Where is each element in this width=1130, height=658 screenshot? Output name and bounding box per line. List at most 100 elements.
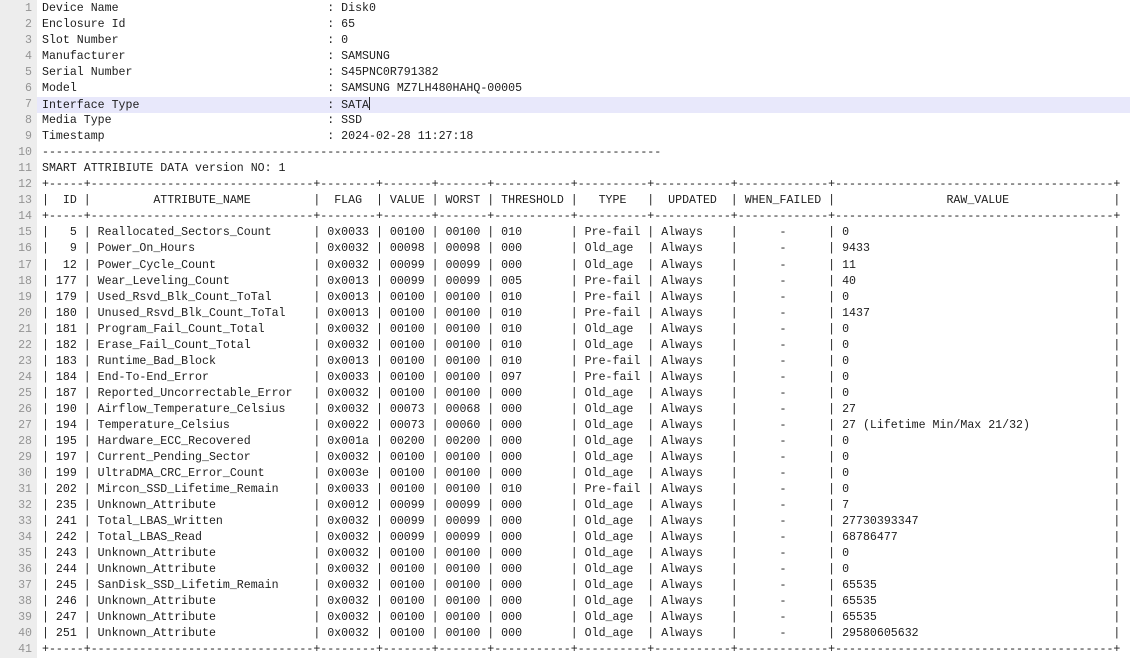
line-text: Manufacturer : SAMSUNG	[42, 50, 390, 63]
line-number: 27	[0, 418, 37, 434]
text-editor-view: 1234567891011121314151617181920212223242…	[0, 0, 1130, 658]
code-line[interactable]: Slot Number : 0	[37, 33, 1130, 49]
code-line[interactable]: | 183 | Runtime_Bad_Block | 0x0013 | 001…	[37, 354, 1130, 370]
code-line[interactable]: | 5 | Reallocated_Sectors_Count | 0x0033…	[37, 225, 1130, 241]
line-number: 8	[0, 113, 37, 129]
line-text: | 187 | Reported_Uncorrectable_Error | 0…	[42, 387, 1120, 400]
code-line[interactable]: SMART ATTRIBIUTE DATA version NO: 1	[37, 161, 1130, 177]
line-number: 10	[0, 145, 37, 161]
code-line[interactable]: ----------------------------------------…	[37, 145, 1130, 161]
code-line[interactable]: | 181 | Program_Fail_Count_Total | 0x003…	[37, 322, 1130, 338]
line-number: 20	[0, 306, 37, 322]
code-line[interactable]: | 235 | Unknown_Attribute | 0x0012 | 000…	[37, 498, 1130, 514]
code-line[interactable]: | 197 | Current_Pending_Sector | 0x0032 …	[37, 450, 1130, 466]
text-cursor	[369, 97, 370, 110]
line-number: 1	[0, 1, 37, 17]
code-line[interactable]: +-----+--------------------------------+…	[37, 177, 1130, 193]
line-text: +-----+--------------------------------+…	[42, 178, 1120, 191]
line-number: 35	[0, 546, 37, 562]
line-text: | 197 | Current_Pending_Sector | 0x0032 …	[42, 451, 1120, 464]
code-line-current[interactable]: Interface Type : SATA	[37, 97, 1130, 113]
line-text: | 9 | Power_On_Hours | 0x0032 | 00098 | …	[42, 242, 1120, 255]
line-number: 19	[0, 290, 37, 306]
code-line[interactable]: | 246 | Unknown_Attribute | 0x0032 | 001…	[37, 594, 1130, 610]
line-text: Media Type : SSD	[42, 114, 362, 127]
code-line[interactable]: | 12 | Power_Cycle_Count | 0x0032 | 0009…	[37, 258, 1130, 274]
line-text: | 12 | Power_Cycle_Count | 0x0032 | 0009…	[42, 259, 1120, 272]
line-number: 36	[0, 562, 37, 578]
line-text: ----------------------------------------…	[42, 146, 661, 159]
code-line[interactable]: Enclosure Id : 65	[37, 17, 1130, 33]
line-text: | 246 | Unknown_Attribute | 0x0032 | 001…	[42, 595, 1120, 608]
line-number: 13	[0, 193, 37, 209]
editor-content[interactable]: Device Name : Disk0Enclosure Id : 65 Slot…	[37, 0, 1130, 658]
line-text: | 247 | Unknown_Attribute | 0x0032 | 001…	[42, 611, 1120, 624]
line-text: Timestamp : 2024-02-28 11:27:18	[42, 130, 473, 143]
code-line[interactable]: | 179 | Used_Rsvd_Blk_Count_ToTal | 0x00…	[37, 290, 1130, 306]
line-text: +-----+--------------------------------+…	[42, 643, 1120, 656]
code-line[interactable]: | 187 | Reported_Uncorrectable_Error | 0…	[37, 386, 1130, 402]
code-line[interactable]: | 177 | Wear_Leveling_Count | 0x0013 | 0…	[37, 274, 1130, 290]
line-number: 15	[0, 225, 37, 241]
line-number-gutter: 1234567891011121314151617181920212223242…	[0, 0, 37, 658]
line-number: 29	[0, 450, 37, 466]
line-text: | 177 | Wear_Leveling_Count | 0x0013 | 0…	[42, 275, 1120, 288]
code-line[interactable]: | 251 | Unknown_Attribute | 0x0032 | 001…	[37, 626, 1130, 642]
code-line[interactable]: Device Name : Disk0	[37, 1, 1130, 17]
code-line[interactable]: +-----+--------------------------------+…	[37, 642, 1130, 658]
line-text: | ID | ATTRIBUTE_NAME | FLAG | VALUE | W…	[42, 194, 1120, 207]
line-text: | 243 | Unknown_Attribute | 0x0032 | 001…	[42, 547, 1120, 560]
code-line[interactable]: | 182 | Erase_Fail_Count_Total | 0x0032 …	[37, 338, 1130, 354]
code-line[interactable]: | ID | ATTRIBUTE_NAME | FLAG | VALUE | W…	[37, 193, 1130, 209]
line-number: 23	[0, 354, 37, 370]
line-number: 17	[0, 258, 37, 274]
code-line[interactable]: | 190 | Airflow_Temperature_Celsius | 0x…	[37, 402, 1130, 418]
line-number: 37	[0, 578, 37, 594]
line-text: | 182 | Erase_Fail_Count_Total | 0x0032 …	[42, 339, 1120, 352]
line-text: | 251 | Unknown_Attribute | 0x0032 | 001…	[42, 627, 1120, 640]
code-line[interactable]: Model : SAMSUNG MZ7LH480HAHQ-00005	[37, 81, 1130, 97]
code-line[interactable]: | 199 | UltraDMA_CRC_Error_Count | 0x003…	[37, 466, 1130, 482]
line-number: 26	[0, 402, 37, 418]
line-number: 41	[0, 642, 37, 658]
line-number: 6	[0, 81, 37, 97]
code-line[interactable]: Timestamp : 2024-02-28 11:27:18	[37, 129, 1130, 145]
line-text: Serial Number : S45PNC0R791382	[42, 66, 439, 79]
line-number: 40	[0, 626, 37, 642]
line-number: 32	[0, 498, 37, 514]
code-line[interactable]: | 247 | Unknown_Attribute | 0x0032 | 001…	[37, 610, 1130, 626]
code-line[interactable]: | 241 | Total_LBAS_Written | 0x0032 | 00…	[37, 514, 1130, 530]
code-line[interactable]: Serial Number : S45PNC0R791382	[37, 65, 1130, 81]
line-text: | 199 | UltraDMA_CRC_Error_Count | 0x003…	[42, 467, 1120, 480]
code-line[interactable]: | 184 | End-To-End_Error | 0x0033 | 0010…	[37, 370, 1130, 386]
line-text: Model : SAMSUNG MZ7LH480HAHQ-00005	[42, 82, 522, 95]
line-number: 28	[0, 434, 37, 450]
code-line[interactable]: | 243 | Unknown_Attribute | 0x0032 | 001…	[37, 546, 1130, 562]
code-line[interactable]: | 180 | Unused_Rsvd_Blk_Count_ToTal | 0x…	[37, 306, 1130, 322]
line-number: 33	[0, 514, 37, 530]
line-text: Interface Type : SATA	[42, 99, 369, 112]
line-text: | 235 | Unknown_Attribute | 0x0012 | 000…	[42, 499, 1120, 512]
code-line[interactable]: | 242 | Total_LBAS_Read | 0x0032 | 00099…	[37, 530, 1130, 546]
line-number: 31	[0, 482, 37, 498]
line-number: 7	[0, 97, 37, 113]
code-line[interactable]: | 195 | Hardware_ECC_Recovered | 0x001a …	[37, 434, 1130, 450]
code-line[interactable]: | 194 | Temperature_Celsius | 0x0022 | 0…	[37, 418, 1130, 434]
line-number: 12	[0, 177, 37, 193]
line-text: | 184 | End-To-End_Error | 0x0033 | 0010…	[42, 371, 1120, 384]
line-text: | 202 | Mircon_SSD_Lifetime_Remain | 0x0…	[42, 483, 1120, 496]
line-number: 9	[0, 129, 37, 145]
line-text: | 5 | Reallocated_Sectors_Count | 0x0033…	[42, 226, 1120, 239]
line-number: 30	[0, 466, 37, 482]
code-line[interactable]: +-----+--------------------------------+…	[37, 209, 1130, 225]
line-number: 18	[0, 274, 37, 290]
line-text: | 181 | Program_Fail_Count_Total | 0x003…	[42, 323, 1120, 336]
code-line[interactable]: Media Type : SSD	[37, 113, 1130, 129]
code-line[interactable]: | 244 | Unknown_Attribute | 0x0032 | 001…	[37, 562, 1130, 578]
line-text: | 241 | Total_LBAS_Written | 0x0032 | 00…	[42, 515, 1120, 528]
code-line[interactable]: | 202 | Mircon_SSD_Lifetime_Remain | 0x0…	[37, 482, 1130, 498]
line-text: Enclosure Id : 65	[42, 18, 355, 31]
code-line[interactable]: | 9 | Power_On_Hours | 0x0032 | 00098 | …	[37, 241, 1130, 257]
code-line[interactable]: | 245 | SanDisk_SSD_Lifetim_Remain | 0x0…	[37, 578, 1130, 594]
code-line[interactable]: Manufacturer : SAMSUNG	[37, 49, 1130, 65]
